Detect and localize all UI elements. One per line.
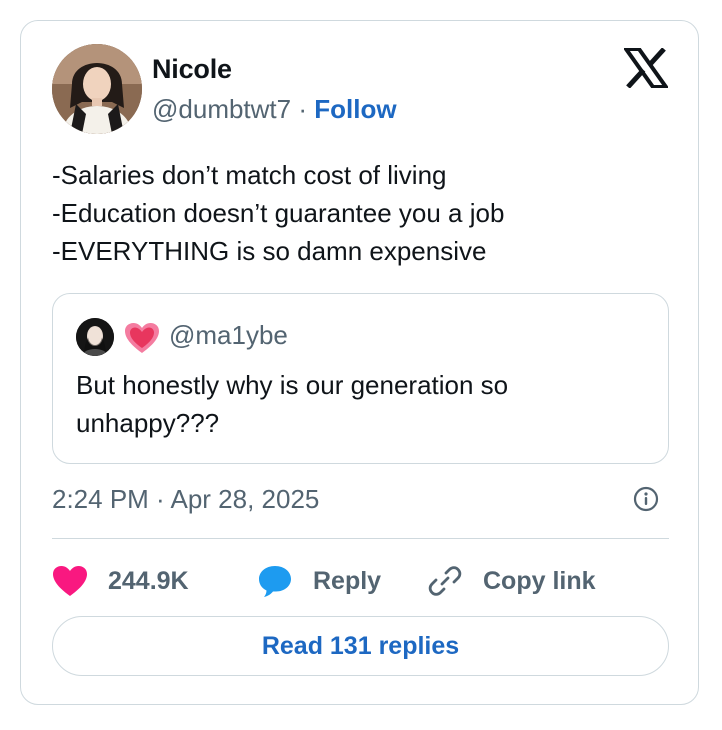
info-icon[interactable] [633,486,659,512]
handle-separator: · [298,94,308,124]
copy-link-button[interactable]: Copy link [427,561,596,601]
like-button[interactable]: 244.9K [52,561,189,601]
reply-label: Reply [313,566,382,595]
link-icon [428,566,462,596]
reply-button[interactable]: Reply [257,561,381,601]
read-replies-button[interactable]: Read 131 replies [52,616,669,676]
tweet-card: Nicole @dumbtwt7 · Follow -Salaries don’… [20,20,699,705]
follow-button[interactable]: Follow [314,94,396,124]
divider [52,538,669,539]
quoted-avatar[interactable] [76,318,114,356]
quoted-tweet[interactable]: @ma1ybe But honestly why is our generati… [52,293,669,464]
quoted-handle[interactable]: @ma1ybe [169,320,288,351]
heart-icon [53,566,87,596]
timestamp[interactable]: 2:24 PM · Apr 28, 2025 [52,484,319,515]
author-avatar[interactable] [52,44,142,134]
author-handle[interactable]: @dumbtwt7 [152,94,291,124]
reply-icon [259,566,291,597]
quoted-text: But honestly why is our generation so un… [76,370,509,438]
tweet-text: -Salaries don’t match cost of living -Ed… [52,160,505,266]
heart-emoji-icon [125,323,159,353]
copy-link-label: Copy link [483,566,596,595]
author-name[interactable]: Nicole [152,54,232,85]
like-count: 244.9K [108,566,189,595]
x-logo-icon[interactable] [624,48,668,88]
author-handle-row: @dumbtwt7 · Follow [152,94,397,125]
